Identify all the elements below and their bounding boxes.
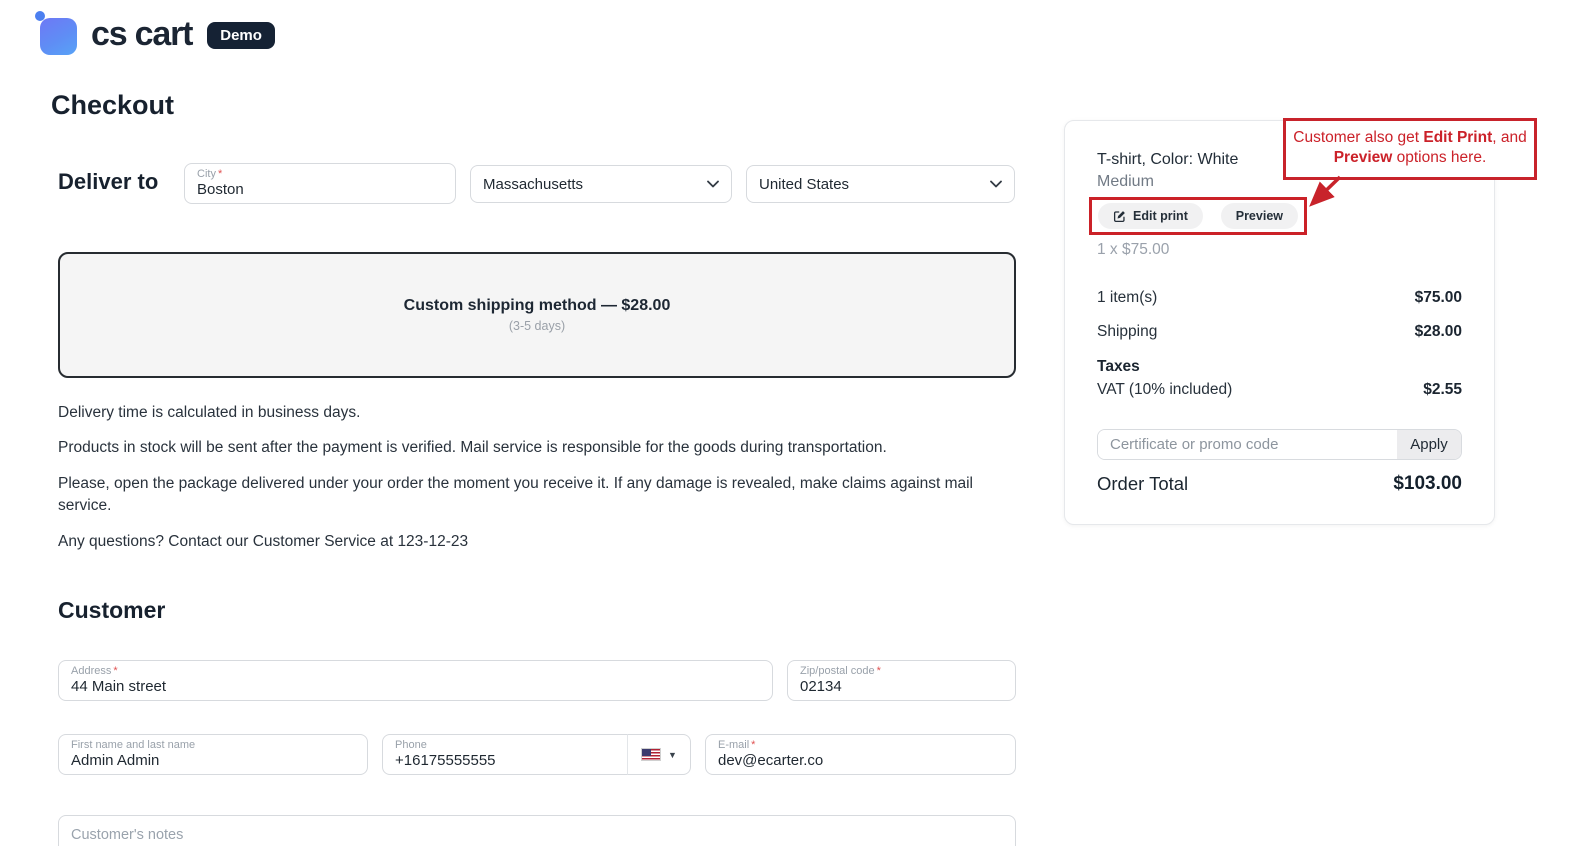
us-flag-icon	[641, 748, 661, 761]
delivery-note: Any questions? Contact our Customer Serv…	[58, 531, 1016, 553]
chevron-down-icon	[707, 180, 719, 188]
email-field[interactable]: E-mail*	[705, 734, 1016, 775]
phone-label: Phone	[395, 739, 615, 752]
summary-row-items: 1 item(s) $75.00	[1097, 289, 1462, 307]
logo-dot-icon	[35, 11, 45, 21]
taxes-heading: Taxes	[1097, 358, 1140, 376]
product-name: T-shirt, Color: White	[1097, 151, 1238, 169]
annotation-bold-preview: Preview	[1334, 149, 1393, 166]
promo-code-control: Apply	[1097, 429, 1462, 460]
preview-label: Preview	[1236, 209, 1283, 223]
order-summary-card: T-shirt, Color: White Medium Edit print …	[1064, 120, 1495, 525]
required-mark: *	[113, 665, 117, 677]
annotation-callout: Customer also get Edit Print, and Previe…	[1283, 118, 1537, 180]
email-label: E-mail*	[718, 739, 1003, 752]
customer-notes-field[interactable]	[58, 815, 1016, 846]
country-select[interactable]: United States	[746, 165, 1015, 203]
annotation-text: Customer also get	[1293, 129, 1423, 146]
delivery-note: Products in stock will be sent after the…	[58, 437, 1016, 459]
city-label: City*	[197, 168, 443, 181]
state-select[interactable]: Massachusetts	[470, 165, 732, 203]
order-total-row: Order Total $103.00	[1097, 473, 1462, 495]
caret-down-icon: ▼	[668, 750, 677, 760]
page-title: Checkout	[51, 90, 174, 121]
annotation-text: , and	[1492, 129, 1526, 146]
annotation-text: options here.	[1392, 149, 1486, 166]
edit-print-button[interactable]: Edit print	[1098, 203, 1203, 229]
vat-label: VAT (10% included)	[1097, 381, 1232, 399]
zip-input[interactable]	[800, 678, 1003, 696]
name-input[interactable]	[71, 752, 355, 770]
address-input[interactable]	[71, 678, 760, 696]
delivery-notes: Delivery time is calculated in business …	[58, 402, 1016, 566]
items-label: 1 item(s)	[1097, 289, 1157, 307]
country-select-value: United States	[759, 176, 849, 193]
shipping-method-option[interactable]: Custom shipping method — $28.00 (3-5 day…	[58, 252, 1016, 378]
annotation-highlight-rect: Edit print Preview	[1089, 197, 1307, 235]
state-select-value: Massachusetts	[483, 176, 583, 193]
product-option: Medium	[1097, 173, 1154, 191]
chevron-down-icon	[990, 180, 1002, 188]
phone-field[interactable]: Phone	[382, 734, 628, 775]
name-field[interactable]: First name and last name	[58, 734, 368, 775]
brand-logo: cs cart Demo	[40, 10, 275, 55]
delivery-note: Please, open the package delivered under…	[58, 473, 1016, 518]
customer-section-title: Customer	[58, 597, 165, 624]
brand-name: cs cart	[91, 15, 192, 54]
shipping-method-title: Custom shipping method — $28.00	[404, 297, 671, 315]
apply-button[interactable]: Apply	[1397, 430, 1461, 459]
edit-print-label: Edit print	[1133, 209, 1188, 223]
demo-badge: Demo	[207, 22, 275, 49]
customer-notes-input[interactable]	[71, 826, 1003, 844]
name-label: First name and last name	[71, 739, 355, 752]
pencil-square-icon	[1113, 210, 1126, 223]
address-field[interactable]: Address*	[58, 660, 773, 701]
address-label: Address*	[71, 665, 760, 678]
zip-field[interactable]: Zip/postal code*	[787, 660, 1016, 701]
delivery-note: Delivery time is calculated in business …	[58, 402, 1016, 424]
order-total-label: Order Total	[1097, 473, 1188, 495]
deliver-to-label: Deliver to	[58, 169, 158, 195]
shipping-label: Shipping	[1097, 323, 1157, 341]
phone-input[interactable]	[395, 752, 615, 770]
promo-code-input[interactable]	[1098, 430, 1397, 459]
items-value: $75.00	[1415, 289, 1462, 307]
red-arrow-icon	[1298, 174, 1350, 216]
required-mark: *	[751, 739, 755, 751]
annotation-bold-edit-print: Edit Print	[1423, 129, 1492, 146]
summary-row-shipping: Shipping $28.00	[1097, 323, 1462, 341]
required-mark: *	[218, 168, 222, 180]
preview-button[interactable]: Preview	[1221, 203, 1298, 229]
vat-value: $2.55	[1423, 381, 1462, 399]
zip-label: Zip/postal code*	[800, 665, 1003, 678]
city-input[interactable]	[197, 181, 443, 199]
summary-row-vat: VAT (10% included) $2.55	[1097, 381, 1462, 399]
city-field[interactable]: City*	[184, 163, 456, 204]
required-mark: *	[877, 665, 881, 677]
shipping-method-days: (3-5 days)	[509, 319, 565, 333]
item-qty-price: 1 x $75.00	[1097, 241, 1169, 259]
cs-cart-logo-icon	[40, 18, 77, 55]
order-total-value: $103.00	[1393, 473, 1462, 495]
checkout-page: cs cart Demo Checkout Deliver to City* M…	[0, 0, 1583, 846]
phone-country-selector[interactable]: ▼	[627, 734, 691, 775]
shipping-value: $28.00	[1415, 323, 1462, 341]
email-input[interactable]	[718, 752, 1003, 770]
